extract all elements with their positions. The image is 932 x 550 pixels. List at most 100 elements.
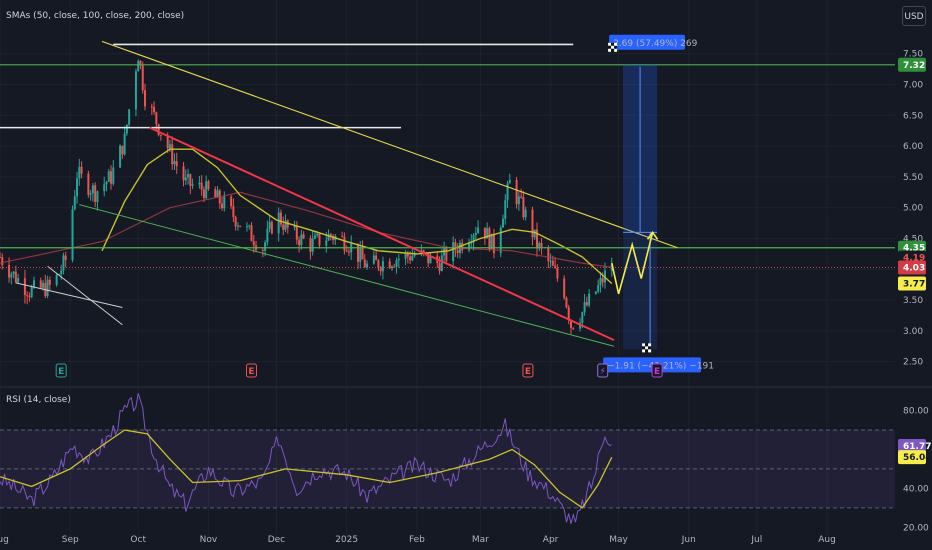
candle-body[interactable] <box>14 271 17 283</box>
candle-body[interactable] <box>103 184 106 192</box>
candle-body[interactable] <box>266 228 269 243</box>
candle-body[interactable] <box>10 274 13 278</box>
candle-body[interactable] <box>474 233 477 236</box>
candle-body[interactable] <box>585 302 588 306</box>
candle-body[interactable] <box>1 257 4 266</box>
candle-body[interactable] <box>508 179 511 184</box>
candle-body[interactable] <box>531 209 534 238</box>
candle-body[interactable] <box>94 185 97 203</box>
candle-body[interactable] <box>357 243 359 262</box>
candle-body[interactable] <box>48 279 51 285</box>
candle-body[interactable] <box>261 249 264 251</box>
candle-body[interactable] <box>361 248 364 260</box>
candle-body[interactable] <box>171 144 174 165</box>
candle-body[interactable] <box>168 144 171 149</box>
candle-body[interactable] <box>173 161 176 165</box>
candle-body[interactable] <box>198 182 201 185</box>
candle-body[interactable] <box>381 261 384 272</box>
candle-body[interactable] <box>107 171 110 182</box>
candle-body[interactable] <box>572 327 575 329</box>
candle-body[interactable] <box>141 65 144 91</box>
candle-body[interactable] <box>191 184 194 186</box>
candle-body[interactable] <box>189 174 192 186</box>
candle-body[interactable] <box>182 166 185 181</box>
candle-body[interactable] <box>250 225 253 242</box>
candle-body[interactable] <box>411 255 414 261</box>
candle-body[interactable] <box>223 196 226 209</box>
candle-body[interactable] <box>252 241 255 246</box>
candle-body[interactable] <box>12 271 15 275</box>
candle-body[interactable] <box>522 196 525 218</box>
candle-body[interactable] <box>119 145 122 168</box>
candle-body[interactable] <box>32 280 35 288</box>
candle-body[interactable] <box>359 248 362 262</box>
candle-body[interactable] <box>268 222 271 229</box>
candle-body[interactable] <box>588 293 591 306</box>
earnings-event-icon[interactable]: E <box>654 367 660 377</box>
candle-body[interactable] <box>366 263 369 268</box>
candle-body[interactable] <box>125 124 128 134</box>
candle-body[interactable] <box>205 181 208 199</box>
candle-body[interactable] <box>121 145 124 155</box>
candle-body[interactable] <box>390 266 393 269</box>
candle-body[interactable] <box>277 212 280 234</box>
candle-body[interactable] <box>134 71 137 110</box>
candle-body[interactable] <box>30 287 33 297</box>
candle-body[interactable] <box>372 255 375 264</box>
dividend-event-icon[interactable]: ⚡ <box>600 367 606 377</box>
candle-body[interactable] <box>71 209 74 261</box>
candle-body[interactable] <box>214 189 217 198</box>
currency-button[interactable]: USD <box>902 6 926 26</box>
chart-canvas[interactable]: 2.69 (57.49%) 269−1.91 (−41.21%) −191EEE… <box>0 0 932 550</box>
candle-body[interactable] <box>60 270 63 275</box>
candle-body[interactable] <box>309 238 312 252</box>
candle-body[interactable] <box>270 222 273 234</box>
candle-body[interactable] <box>375 255 378 261</box>
rsi-indicator-label[interactable]: RSI (14, close) <box>6 395 71 405</box>
candle-body[interactable] <box>17 278 20 283</box>
candle-body[interactable] <box>601 277 604 283</box>
candle-body[interactable] <box>282 224 285 230</box>
candle-body[interactable] <box>594 291 597 294</box>
candle-body[interactable] <box>347 251 350 253</box>
candle-body[interactable] <box>295 225 298 240</box>
candle-body[interactable] <box>565 297 568 308</box>
checkered-flag-icon[interactable] <box>608 42 618 52</box>
candle-body[interactable] <box>341 235 344 237</box>
candle-body[interactable] <box>234 217 237 227</box>
candle-body[interactable] <box>551 260 554 266</box>
candle-body[interactable] <box>563 278 566 298</box>
candle-body[interactable] <box>42 282 45 288</box>
candle-body[interactable] <box>0 256 1 258</box>
candle-body[interactable] <box>520 196 523 198</box>
candle-body[interactable] <box>216 190 219 198</box>
candle-body[interactable] <box>581 312 584 323</box>
candle-body[interactable] <box>89 193 92 195</box>
candle-body[interactable] <box>298 239 301 246</box>
candle-body[interactable] <box>39 280 42 288</box>
candle-body[interactable] <box>207 181 210 190</box>
candle-body[interactable] <box>502 218 505 228</box>
candle-body[interactable] <box>597 285 600 292</box>
candle-body[interactable] <box>76 178 79 197</box>
candle-body[interactable] <box>157 124 160 135</box>
candle-body[interactable] <box>499 227 502 254</box>
candle-body[interactable] <box>230 196 233 207</box>
sma-indicator-label[interactable]: SMAs (50, close, 100, close, 200, close) <box>6 11 184 21</box>
candle-body[interactable] <box>477 227 480 234</box>
candle-body[interactable] <box>28 296 31 298</box>
candle-body[interactable] <box>452 242 455 262</box>
candle-body[interactable] <box>313 235 316 239</box>
candle-body[interactable] <box>404 253 407 259</box>
candle-body[interactable] <box>279 212 282 225</box>
candle-body[interactable] <box>78 166 81 179</box>
candle-body[interactable] <box>302 234 305 239</box>
candle-body[interactable] <box>175 161 178 167</box>
candle-body[interactable] <box>91 185 94 194</box>
candle-body[interactable] <box>311 238 314 252</box>
candle-body[interactable] <box>155 112 158 125</box>
candle-body[interactable] <box>96 191 99 203</box>
candle-body[interactable] <box>153 106 156 113</box>
candle-body[interactable] <box>159 134 162 136</box>
candle-body[interactable] <box>248 225 251 227</box>
